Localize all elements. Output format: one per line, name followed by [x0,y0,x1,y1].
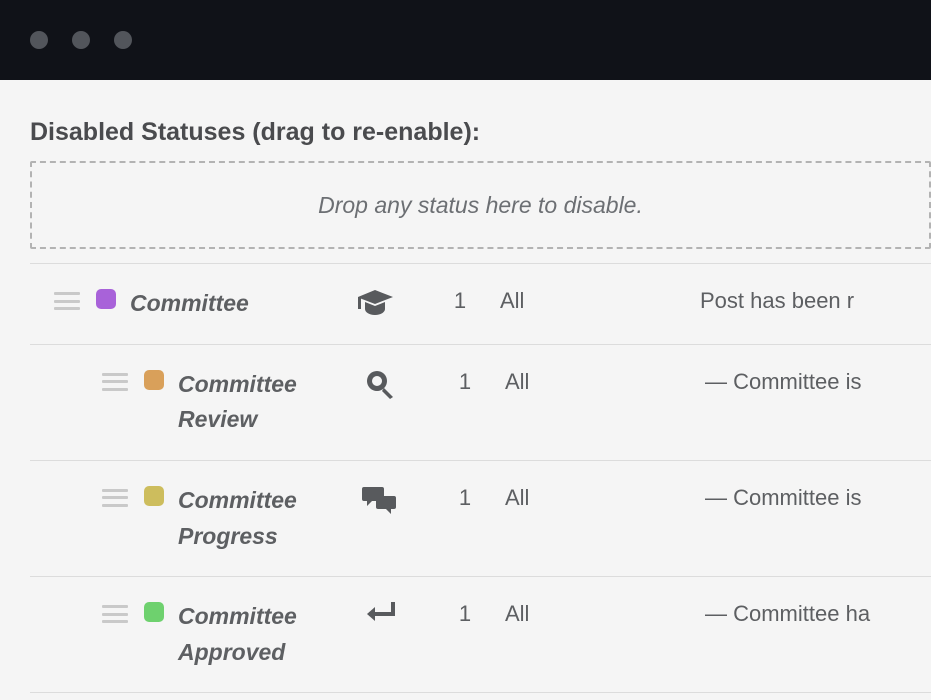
status-label: Committee [130,290,249,316]
status-count: 1 [425,483,505,511]
color-swatch [144,602,164,622]
status-description: — Committee is [705,367,931,395]
status-audience: All [505,367,705,395]
drop-zone[interactable]: Drop any status here to disable. [30,161,931,249]
magnifier-icon [335,367,425,400]
main-content: Disabled Statuses (drag to re-enable): D… [0,118,931,693]
drop-zone-text: Drop any status here to disable. [318,192,643,219]
status-count: 1 [425,367,505,395]
drag-handle-icon[interactable] [102,373,128,391]
chat-bubbles-icon [335,483,425,516]
drag-handle-icon[interactable] [102,605,128,623]
status-audience: All [500,286,700,314]
status-count: 1 [425,599,505,627]
drag-handle-icon[interactable] [102,489,128,507]
traffic-light-close[interactable] [30,31,48,49]
drag-handle-icon[interactable] [54,292,80,310]
status-label: Committee Review [178,371,297,433]
status-label: Committee Approved [178,603,297,665]
status-description: Post has been r [700,286,931,314]
window-title-bar [0,0,931,80]
traffic-light-minimize[interactable] [72,31,90,49]
traffic-light-zoom[interactable] [114,31,132,49]
status-rows: Committee 1 All Post has been r Committe… [30,263,931,693]
status-description: — Committee ha [705,599,931,627]
status-label: Committee Progress [178,487,297,549]
status-audience: All [505,599,705,627]
status-row[interactable]: Committee Review 1 All — Committee is [30,345,931,461]
color-swatch [144,486,164,506]
color-swatch [96,289,116,309]
section-heading: Disabled Statuses (drag to re-enable): [30,118,931,147]
status-row[interactable]: Committee Progress 1 All — Committee is [30,461,931,577]
status-description: — Committee is [705,483,931,511]
graduation-cap-icon [330,286,420,319]
status-row[interactable]: Committee 1 All Post has been r [30,264,931,345]
status-row[interactable]: Committee Approved 1 All — Committee ha [30,577,931,693]
color-swatch [144,370,164,390]
return-arrow-icon [335,599,425,626]
status-count: 1 [420,286,500,314]
status-audience: All [505,483,705,511]
